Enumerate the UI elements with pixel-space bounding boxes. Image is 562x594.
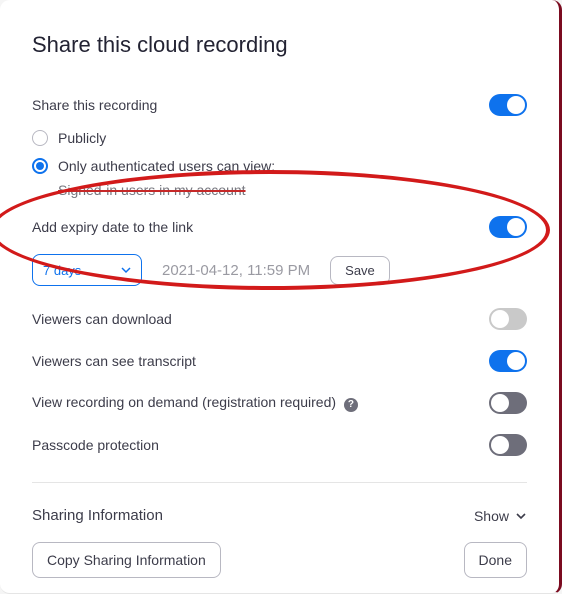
sharing-info-row: Sharing Information Show [32, 499, 527, 542]
access-auth-label: Only authenticated users can view: [58, 158, 275, 174]
expiry-row: Add expiry date to the link [32, 212, 527, 248]
passcode-label: Passcode protection [32, 437, 489, 453]
expiry-save-button[interactable]: Save [330, 256, 390, 285]
on-demand-toggle[interactable] [489, 392, 527, 414]
access-auth-option[interactable]: Only authenticated users can view: [32, 152, 527, 180]
sharing-info-toggle[interactable]: Show [474, 508, 527, 524]
passcode-row: Passcode protection [32, 424, 527, 466]
copy-sharing-info-button[interactable]: Copy Sharing Information [32, 542, 221, 578]
dialog-title: Share this cloud recording [32, 32, 527, 58]
expiry-toggle[interactable] [489, 216, 527, 238]
access-radio-group: Publicly Only authenticated users can vi… [32, 124, 527, 208]
dialog-footer: Copy Sharing Information Done [32, 542, 527, 578]
on-demand-label: View recording on demand (registration r… [32, 394, 489, 412]
expiry-duration-select[interactable]: 7 days [32, 254, 142, 286]
viewers-transcript-row: Viewers can see transcript [32, 340, 527, 382]
expiry-duration-value: 7 days [43, 263, 81, 278]
access-public-option[interactable]: Publicly [32, 124, 527, 152]
share-recording-toggle[interactable] [489, 94, 527, 116]
viewers-download-label: Viewers can download [32, 311, 489, 327]
sharing-info-label: Sharing Information [32, 507, 163, 524]
viewers-download-row: Viewers can download [32, 298, 527, 340]
expiry-date-preview: 2021-04-12, 11:59 PM [162, 262, 310, 279]
chevron-down-icon [121, 265, 131, 275]
chevron-down-icon [515, 510, 527, 522]
expiry-label: Add expiry date to the link [32, 219, 489, 235]
help-icon[interactable]: ? [344, 398, 358, 412]
on-demand-row: View recording on demand (registration r… [32, 382, 527, 424]
expiry-controls: 7 days 2021-04-12, 11:59 PM Save [32, 254, 527, 286]
share-recording-row: Share this recording [32, 84, 527, 126]
radio-unselected-icon [32, 130, 48, 146]
radio-selected-icon [32, 158, 48, 174]
viewers-transcript-toggle[interactable] [489, 350, 527, 372]
passcode-toggle[interactable] [489, 434, 527, 456]
share-recording-dialog: Share this cloud recording Share this re… [0, 0, 562, 594]
access-public-label: Publicly [58, 130, 106, 146]
done-button[interactable]: Done [464, 542, 527, 578]
sharing-info-toggle-label: Show [474, 508, 509, 524]
access-auth-sublabel: Signed-in users in my account [58, 180, 527, 208]
viewers-download-toggle[interactable] [489, 308, 527, 330]
divider [32, 482, 527, 483]
viewers-transcript-label: Viewers can see transcript [32, 353, 489, 369]
share-recording-label: Share this recording [32, 97, 489, 113]
